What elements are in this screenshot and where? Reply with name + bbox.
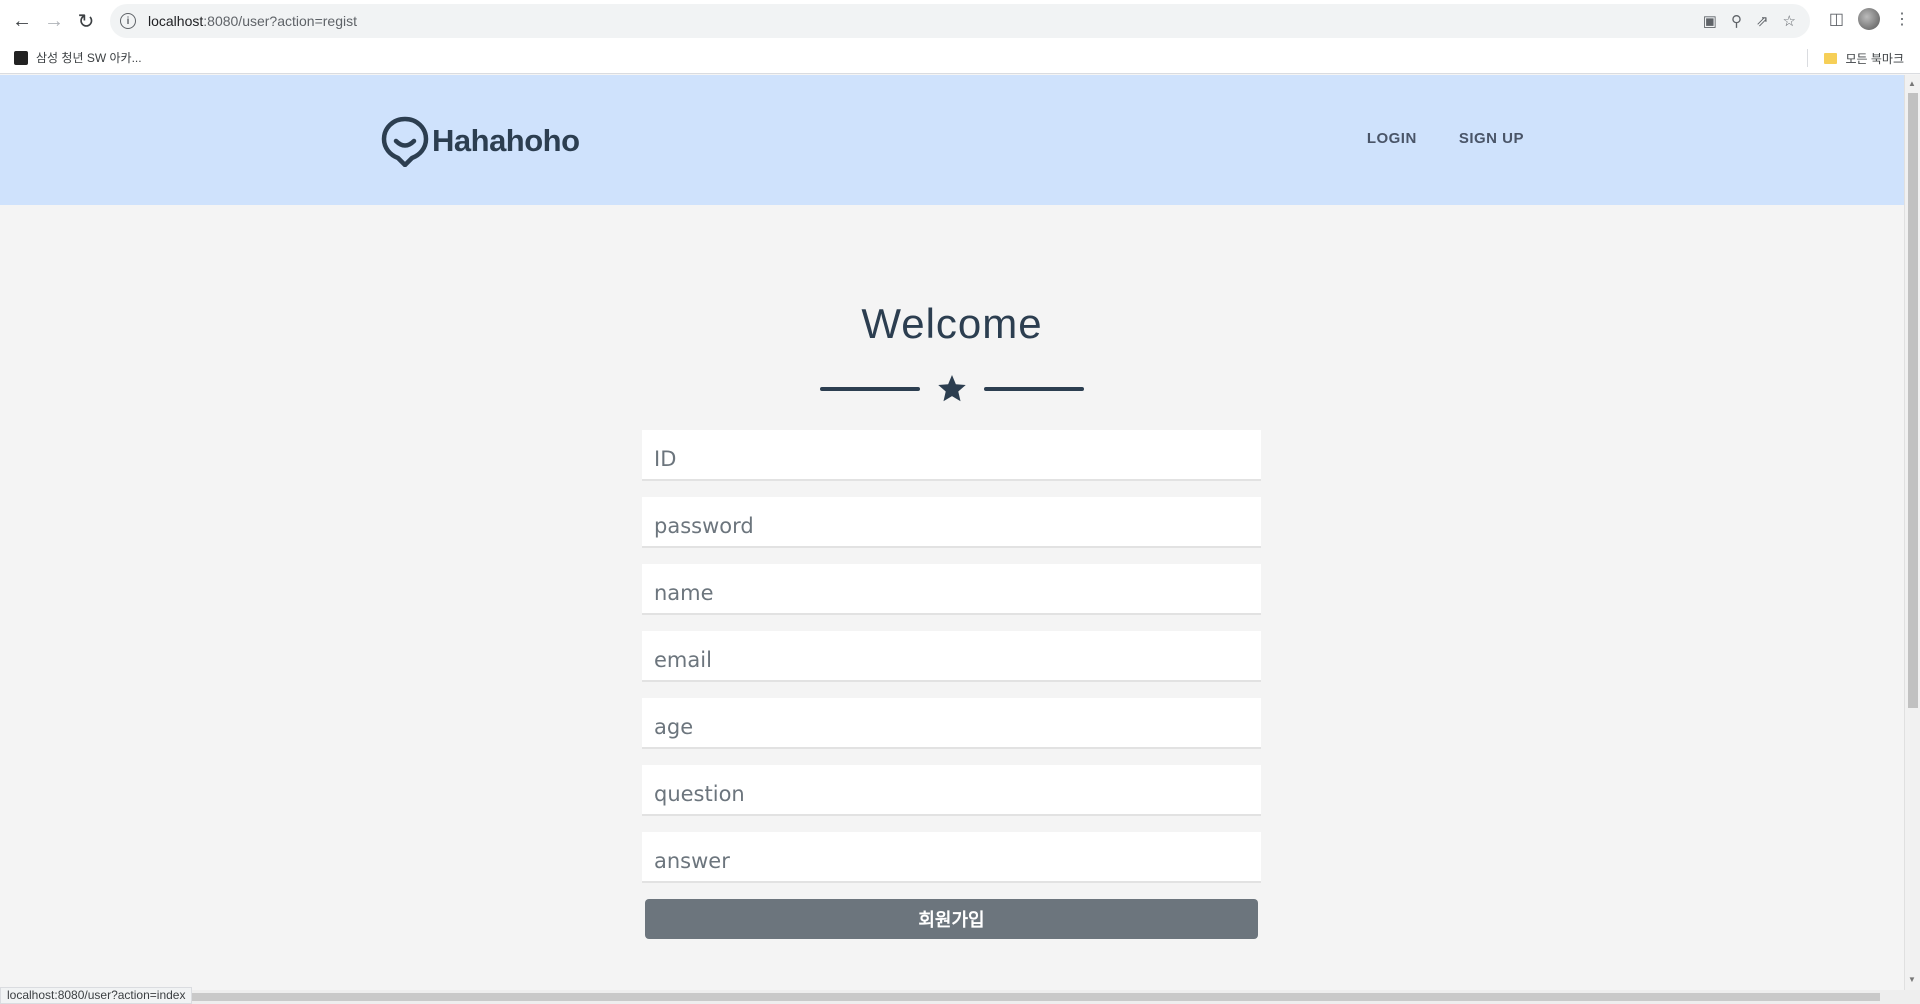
site-info-icon[interactable]: i (120, 13, 136, 29)
bookmark-separator (1807, 49, 1809, 67)
bookmark-item[interactable]: 삼성 청년 SW 아카... (14, 49, 142, 66)
question-field-wrapper (642, 765, 1261, 816)
site-header: Hahahoho LOGIN SIGN UP (0, 75, 1904, 205)
scroll-down-icon[interactable]: ▼ (1908, 975, 1916, 984)
address-bar[interactable]: i localhost:8080/user?action=regist ▣ ⚲ … (110, 4, 1810, 38)
nav-signup-link[interactable]: SIGN UP (1459, 130, 1524, 147)
name-field-wrapper (642, 564, 1261, 615)
profile-avatar[interactable] (1858, 8, 1880, 30)
status-bubble: localhost:8080/user?action=index (0, 987, 193, 1004)
bookmark-label: 삼성 청년 SW 아카... (36, 51, 142, 65)
scroll-up-icon[interactable]: ▲ (1908, 79, 1916, 88)
header-nav: LOGIN SIGN UP (1367, 130, 1524, 147)
share-icon[interactable]: ⇗ (1756, 12, 1769, 30)
address-url[interactable]: localhost:8080/user?action=regist (148, 13, 357, 29)
url-host: localhost (148, 13, 204, 29)
id-input[interactable] (654, 447, 1249, 471)
horizontal-scrollbar[interactable] (0, 990, 1920, 1004)
browser-toolbar: ← → ↻ i localhost:8080/user?action=regis… (0, 0, 1920, 42)
divider-line-right (984, 387, 1084, 391)
divider-line-left (820, 387, 920, 391)
bookmark-star-icon[interactable]: ☆ (1783, 12, 1796, 30)
all-bookmarks-label: 모든 북마크 (1845, 51, 1904, 66)
name-input[interactable] (654, 581, 1249, 605)
logo-text: Hahahoho (432, 123, 580, 158)
email-input[interactable] (654, 648, 1249, 672)
bookmarks-bar: 삼성 청년 SW 아카... 모든 북마크 (0, 42, 1920, 74)
translate-icon[interactable]: ▣ (1703, 12, 1717, 30)
all-bookmarks[interactable]: 모든 북마크 (1807, 42, 1904, 74)
vertical-scrollbar[interactable]: ▲ ▼ (1904, 75, 1920, 990)
vertical-scroll-thumb[interactable] (1908, 93, 1918, 708)
menu-icon[interactable]: ⋮ (1894, 9, 1910, 29)
age-input[interactable] (654, 715, 1249, 739)
question-input[interactable] (654, 782, 1249, 806)
answer-field-wrapper (642, 832, 1261, 883)
age-field-wrapper (642, 698, 1261, 749)
zoom-icon[interactable]: ⚲ (1731, 12, 1742, 30)
site-logo[interactable]: Hahahoho (380, 115, 580, 167)
id-field-wrapper (642, 430, 1261, 481)
signup-form: 회원가입 (642, 430, 1261, 939)
reload-icon[interactable]: ↻ (70, 5, 102, 37)
page-title: Welcome (861, 300, 1043, 347)
side-panel-icon[interactable]: ◫ (1829, 9, 1844, 29)
title-divider (820, 371, 1084, 407)
back-icon[interactable]: ← (6, 5, 38, 37)
url-path: :8080/user?action=regist (203, 13, 357, 29)
bookmark-favicon-icon (14, 50, 28, 65)
nav-login-link[interactable]: LOGIN (1367, 130, 1417, 147)
forward-icon[interactable]: → (38, 5, 70, 37)
smile-bubble-icon (381, 116, 429, 167)
email-field-wrapper (642, 631, 1261, 682)
signup-submit-button[interactable]: 회원가입 (645, 899, 1258, 939)
folder-icon (1824, 52, 1838, 64)
password-field-wrapper (642, 497, 1261, 548)
page-viewport: Hahahoho LOGIN SIGN UP Welcome ID name e… (0, 75, 1904, 990)
password-input[interactable] (654, 514, 1249, 538)
answer-input[interactable] (654, 849, 1249, 873)
star-icon (938, 375, 966, 402)
horizontal-scroll-thumb[interactable] (190, 993, 1880, 1001)
